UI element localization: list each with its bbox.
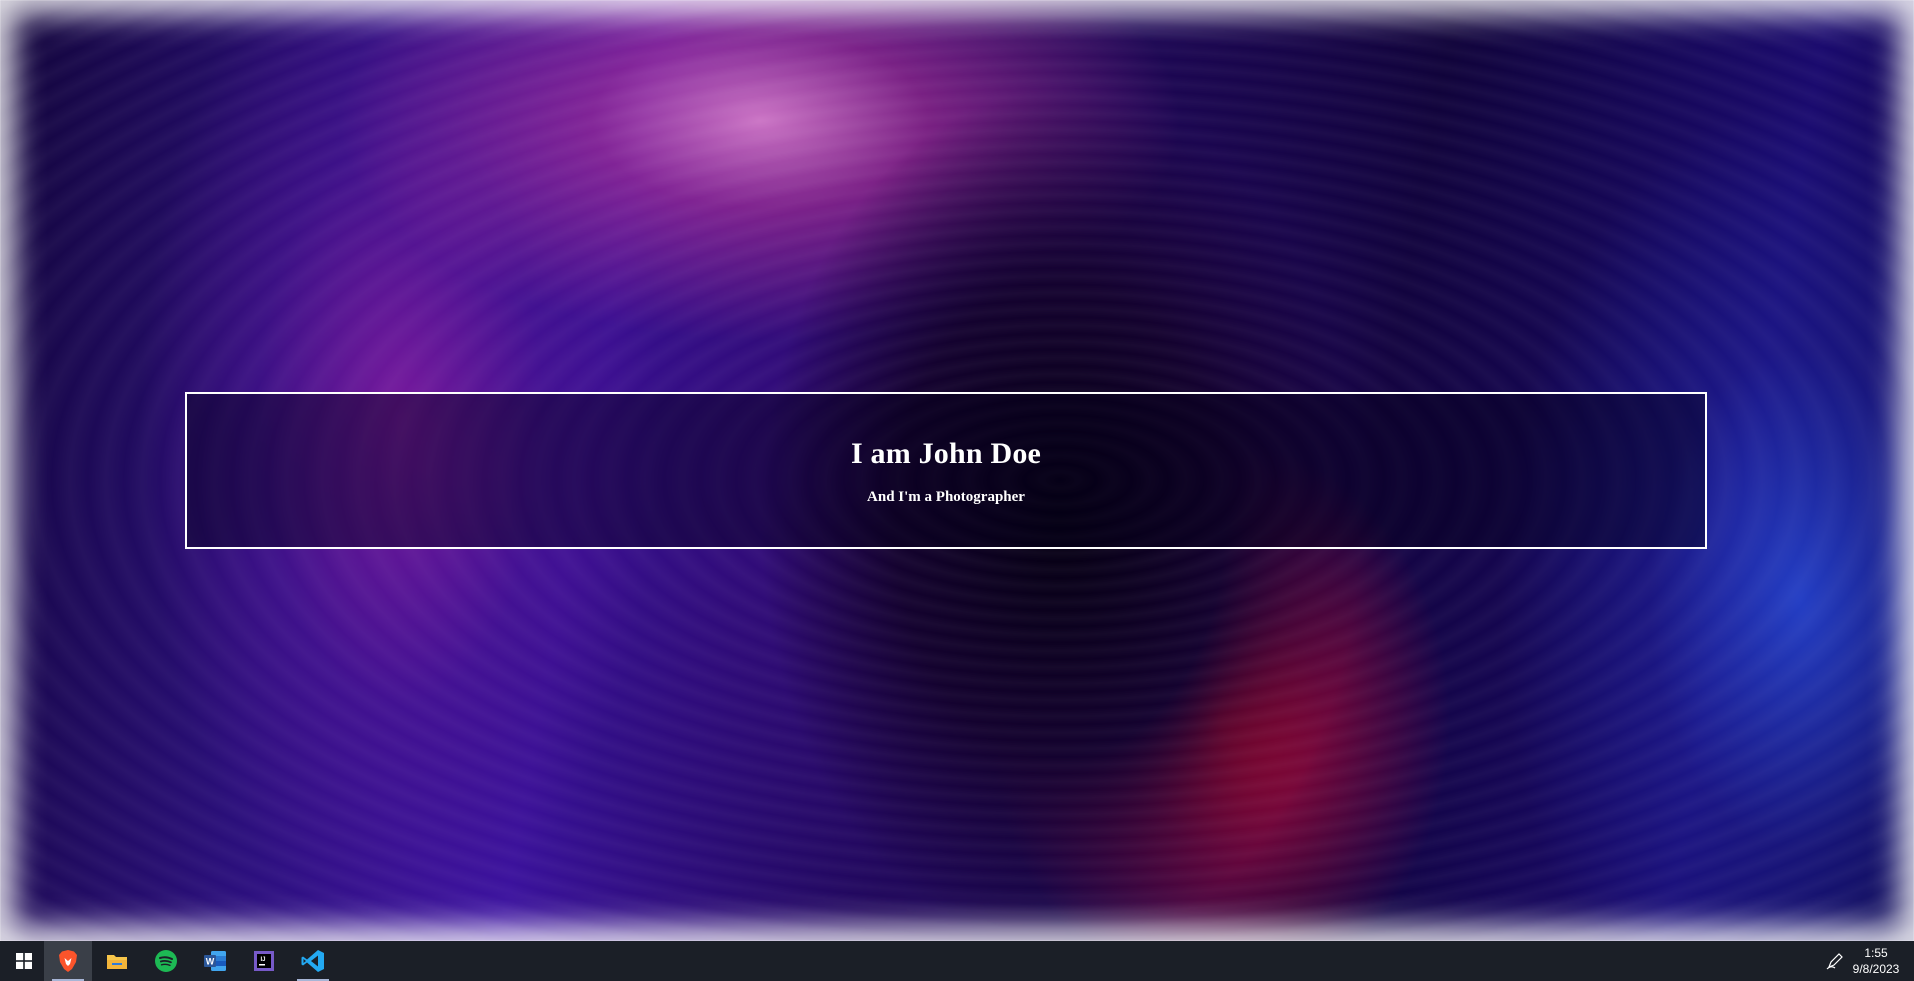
intellij-icon: IJ	[254, 951, 274, 971]
word-icon: W	[204, 951, 226, 971]
taskbar-vscode-button[interactable]	[289, 941, 337, 981]
taskbar-spotify-button[interactable]	[142, 941, 190, 981]
hero-title: I am John Doe	[850, 437, 1042, 470]
vscode-icon	[301, 950, 324, 972]
svg-text:W: W	[206, 957, 215, 967]
svg-text:IJ: IJ	[260, 957, 265, 963]
windows-taskbar: W IJ 1:55 9/8/2023	[0, 941, 1914, 981]
hero-subtitle: And I'm a Photographer	[867, 489, 1025, 505]
desktop-screen: I am John Doe And I'm a Photographer W I…	[0, 0, 1914, 981]
taskbar-clock[interactable]: 1:55 9/8/2023	[1846, 945, 1906, 977]
clock-time: 1:55	[1864, 946, 1888, 960]
taskbar-file-explorer-button[interactable]	[93, 941, 141, 981]
brave-browser-icon	[59, 950, 77, 972]
pen-icon	[1826, 953, 1843, 970]
hero-banner: I am John Doe And I'm a Photographer	[185, 392, 1707, 549]
spotify-icon	[155, 950, 177, 972]
start-button[interactable]	[0, 941, 48, 981]
folder-icon	[107, 955, 127, 969]
taskbar-brave-button[interactable]	[44, 941, 92, 981]
windows-start-icon	[16, 953, 32, 969]
clock-date: 9/8/2023	[1852, 962, 1900, 976]
taskbar-word-button[interactable]: W	[191, 941, 239, 981]
taskbar-intellij-button[interactable]: IJ	[240, 941, 288, 981]
